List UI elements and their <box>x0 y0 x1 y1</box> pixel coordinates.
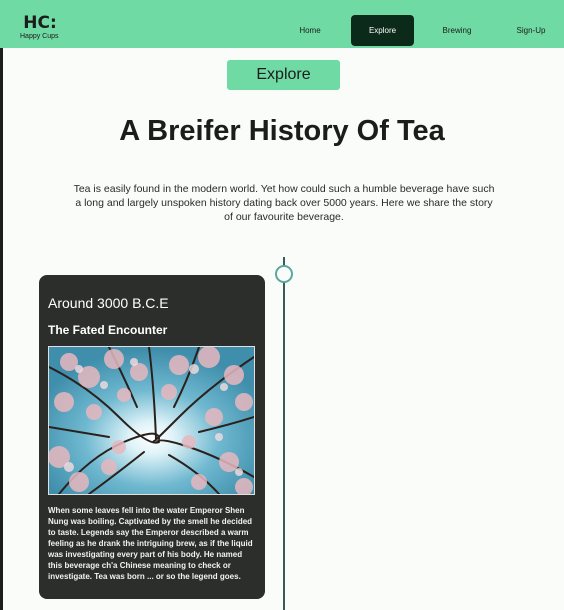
page-title: A Breifer History Of Tea <box>119 115 445 147</box>
timeline-card: Around 3000 B.C.E The Fated Encounter Wh… <box>39 275 265 599</box>
logo-tagline: Happy Cups <box>20 33 59 40</box>
navbar: HC: Happy Cups Home Explore Brewing Sign… <box>0 0 564 48</box>
nav-brewing[interactable]: Brewing <box>435 15 479 46</box>
timeline-node <box>275 265 293 283</box>
nav-explore[interactable]: Explore <box>351 15 414 46</box>
nav-signup[interactable]: Sign-Up <box>510 15 552 46</box>
card-body: When some leaves fell into the water Emp… <box>48 506 253 581</box>
nav-home[interactable]: Home <box>290 15 330 46</box>
logo[interactable]: HC: Happy Cups <box>20 14 80 40</box>
logo-mark: HC: <box>23 13 57 33</box>
explore-badge: Explore <box>227 60 340 90</box>
card-heading: The Fated Encounter <box>48 323 168 337</box>
card-date: Around 3000 B.C.E <box>48 295 169 311</box>
timeline-line <box>283 257 285 610</box>
cherry-blossom-image <box>48 346 255 495</box>
intro-paragraph: Tea is easily found in the modern world.… <box>73 183 495 223</box>
